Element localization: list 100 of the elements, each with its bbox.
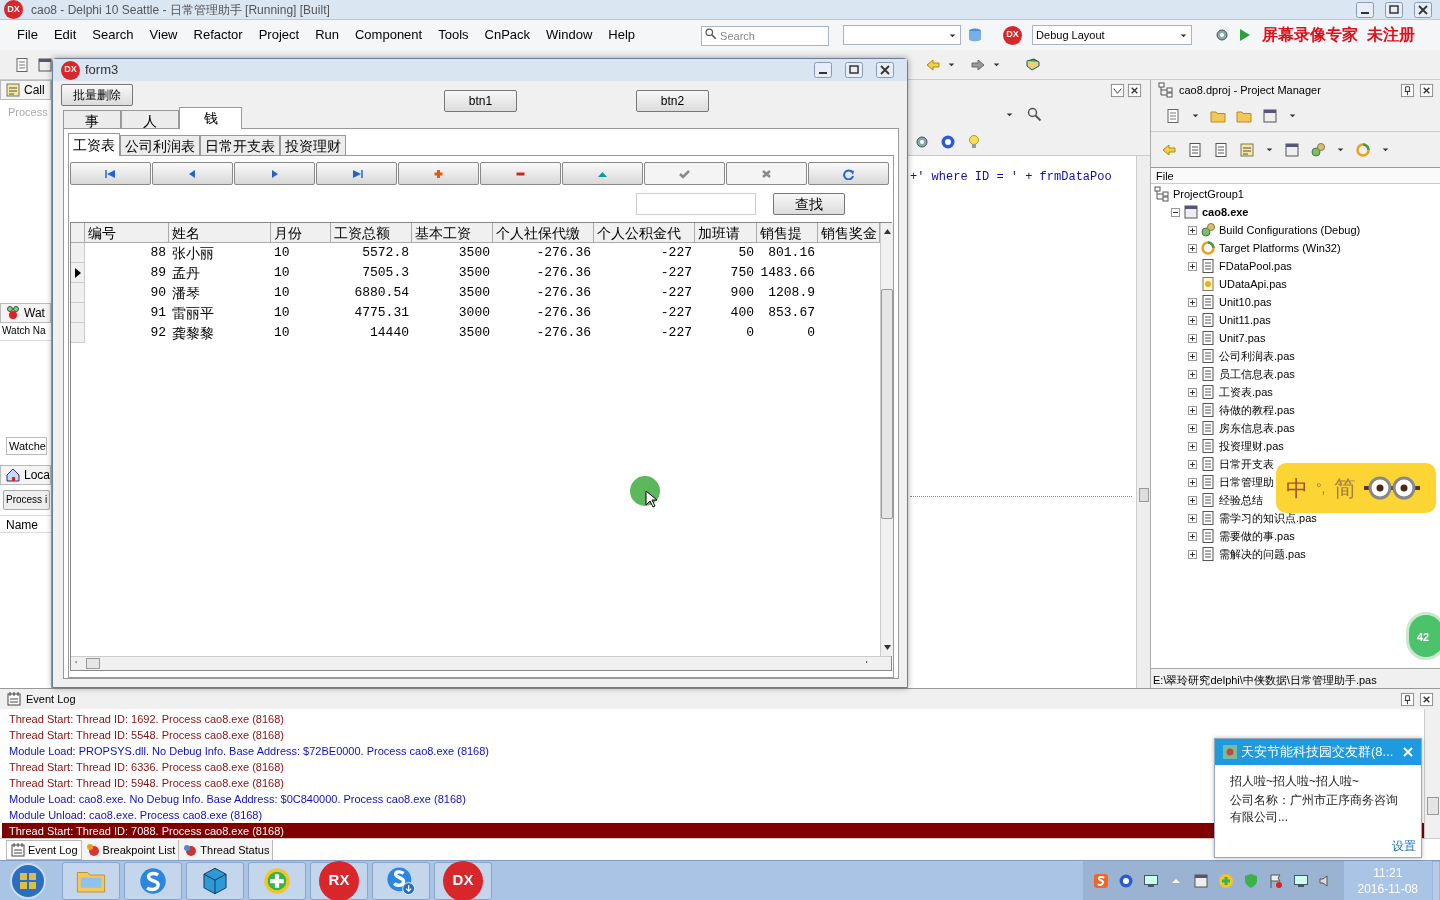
scrollbar-thumb[interactable] [881, 289, 893, 519]
expand-icon[interactable] [1188, 495, 1197, 505]
expand-icon[interactable] [1188, 459, 1197, 469]
printer-icon[interactable] [1192, 872, 1209, 889]
log-entry[interactable]: Module Load: cao8.exe. No Debug Info. Base Address: $0C840000. Process cao8.exe (8168) [2, 791, 466, 807]
column-header[interactable]: 个人公积金代 [594, 223, 695, 243]
add-file-icon[interactable] [1187, 141, 1203, 158]
ring-icon[interactable] [1355, 141, 1371, 158]
tree-item[interactable]: cao8.exe [1202, 203, 1249, 221]
network-icon[interactable] [1142, 872, 1159, 889]
monitor-icon[interactable] [1292, 872, 1309, 889]
pin-icon[interactable] [1400, 82, 1415, 98]
expand-icon[interactable] [1188, 531, 1197, 541]
column-header[interactable]: 工资总额 [331, 223, 412, 243]
arrow-right-icon[interactable] [970, 56, 986, 73]
tree-item[interactable]: Build Configurations (Debug) [1219, 221, 1361, 239]
caret-icon[interactable] [947, 60, 956, 69]
expand-icon[interactable] [1188, 333, 1197, 343]
navigator-button[interactable] [480, 162, 561, 185]
log-entry[interactable]: Thread Start: Thread ID: 5948. Process cao8.exe (8168) [2, 775, 284, 791]
expand-icon[interactable] [1188, 225, 1197, 235]
log-entry[interactable]: Thread Start: Thread ID: 6336. Process cao8.exe (8168) [2, 759, 284, 775]
column-header[interactable]: 个人社保代缴 [493, 223, 594, 243]
taskbar-button[interactable] [186, 861, 244, 900]
close-icon[interactable] [1419, 82, 1434, 98]
log-entry[interactable]: Module Unload: cao8.exe. Process cao8.exe (8168) [2, 807, 263, 823]
tree-item[interactable]: 需解决的问题.pas [1219, 545, 1306, 563]
caret-icon[interactable] [1381, 145, 1390, 154]
caret-icon[interactable] [1336, 145, 1345, 154]
layout-dropdown[interactable]: Debug Layout [1032, 25, 1193, 45]
expand-icon[interactable] [1188, 297, 1197, 307]
database-icon[interactable] [967, 27, 984, 43]
menu-item[interactable]: Component [347, 23, 431, 47]
config-icon[interactable] [1310, 141, 1326, 158]
navigator-button[interactable] [562, 162, 643, 185]
tab[interactable]: Breakpoint List [81, 840, 180, 860]
ime-mode[interactable]: 中 [1286, 471, 1308, 505]
scrollbar[interactable] [880, 223, 893, 656]
tab[interactable]: 公司利润表 [120, 135, 200, 155]
tree-item[interactable]: 员工信息表.pas [1219, 365, 1295, 383]
taskbar-button[interactable]: DX [434, 861, 492, 900]
button[interactable]: btn2 [636, 90, 709, 112]
log-entry[interactable]: Module Load: PROPSYS.dll. No Debug Info. Base Address: $72BE0000. Process cao8.exe (8168) [2, 743, 489, 759]
tab[interactable]: 钱 [179, 107, 242, 129]
caret-icon[interactable] [992, 60, 1001, 69]
find-button[interactable]: 查找 [773, 192, 845, 215]
expand-icon[interactable] [1188, 423, 1197, 433]
tree-item[interactable]: 房东信息表.pas [1219, 419, 1295, 437]
tab[interactable]: 日常开支表 [200, 135, 280, 155]
start-button[interactable] [8, 860, 48, 900]
navigator-button[interactable] [234, 162, 315, 185]
tree-item[interactable]: 需要做的事.pas [1219, 527, 1295, 545]
close-icon[interactable] [1419, 691, 1434, 707]
document-icon[interactable] [1165, 107, 1181, 124]
button[interactable]: btn1 [444, 90, 517, 112]
expand-icon[interactable] [1188, 369, 1197, 379]
tree-item[interactable]: Unit7.pas [1219, 329, 1266, 347]
save-icon[interactable] [37, 56, 53, 73]
scrollbar[interactable] [1424, 709, 1440, 838]
taskbar-button[interactable]: RX [310, 861, 368, 900]
tree-item[interactable]: UDataApi.pas [1219, 275, 1287, 293]
menu-item[interactable]: Search [84, 23, 142, 47]
search-icon[interactable] [1026, 106, 1042, 122]
expand-icon[interactable] [1188, 243, 1197, 253]
pin-icon[interactable] [1400, 691, 1415, 707]
tree-item[interactable]: 投资理财.pas [1219, 437, 1284, 455]
menu-item[interactable]: Help [600, 23, 644, 47]
column-header[interactable]: 编号 [85, 223, 169, 243]
navigator-button[interactable] [808, 162, 889, 185]
sogou-icon[interactable] [1092, 872, 1109, 889]
tree-item[interactable]: 工资表.pas [1219, 383, 1273, 401]
flag-icon[interactable] [1267, 872, 1284, 889]
column-header[interactable]: 加班请 [695, 223, 757, 243]
scrollbar-thumb[interactable] [86, 658, 100, 669]
input-method-bar[interactable]: 中 °, 简 [1276, 463, 1436, 513]
row-header[interactable] [71, 263, 85, 283]
dock-tab[interactable]: Call [0, 80, 51, 100]
calendar-icon[interactable] [1262, 107, 1278, 124]
tab[interactable]: 工资表 [68, 133, 120, 156]
search-field[interactable] [636, 192, 756, 215]
menu-item[interactable]: Project [250, 23, 308, 47]
navigator-button[interactable] [316, 162, 397, 185]
process-dropdown[interactable]: Process i [3, 489, 51, 510]
tree-item[interactable]: 经验总结 [1219, 491, 1263, 509]
help-icon[interactable] [940, 133, 956, 150]
navigator-button[interactable] [398, 162, 479, 185]
expand-icon[interactable] [1188, 315, 1197, 325]
tab[interactable]: 人 [121, 110, 179, 128]
gear-icon[interactable] [914, 133, 930, 150]
gear-icon[interactable] [1214, 27, 1231, 43]
menu-item[interactable]: Window [538, 23, 601, 47]
document-icon[interactable] [14, 56, 30, 73]
scrollbar-thumb[interactable] [1426, 797, 1439, 815]
help-icon[interactable] [1117, 872, 1134, 889]
tree-item[interactable]: ProjectGroup1 [1173, 185, 1244, 203]
tree-item[interactable]: 日常管理助 [1219, 473, 1274, 491]
tree-item[interactable]: 公司利润表.pas [1219, 347, 1295, 365]
column-header[interactable]: 基本工资 [412, 223, 493, 243]
tab[interactable]: 事 [63, 110, 121, 128]
menu-item[interactable]: Refactor [185, 23, 251, 47]
